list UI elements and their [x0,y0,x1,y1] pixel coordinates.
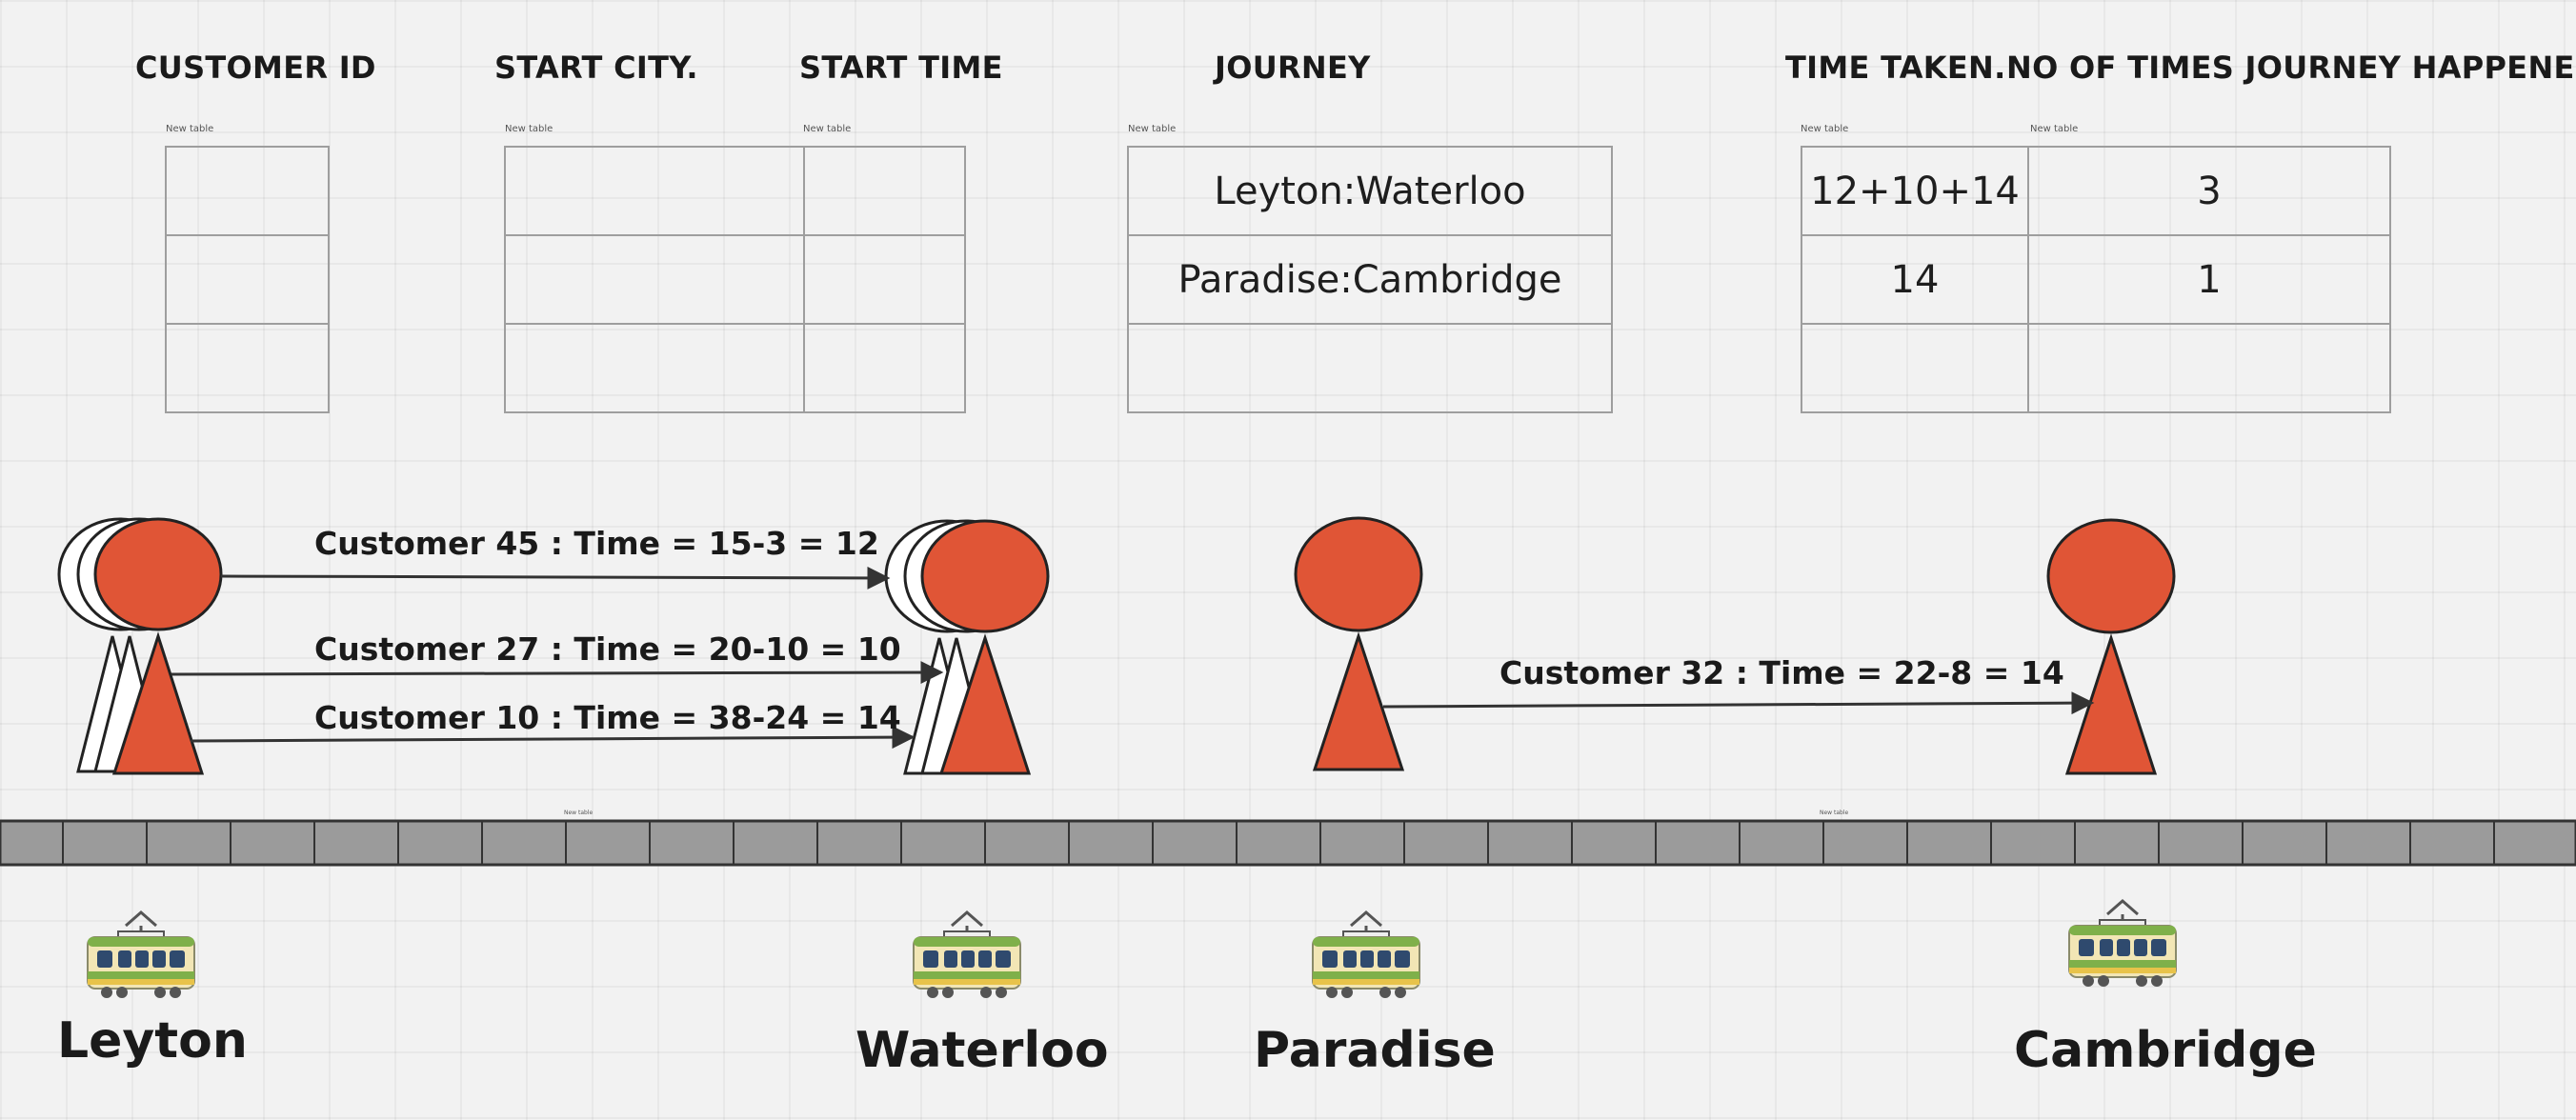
arrow-label: Customer 32 : Time = 22-8 = 14 [1499,654,2064,691]
tram-icon [84,907,198,1010]
city-label-cambridge: Cambridge [2014,1022,2317,1079]
person-icon[interactable] [2046,518,2176,775]
city-label-waterloo: Waterloo [855,1022,1109,1079]
arrow-label: Customer 27 : Time = 20-10 = 10 [314,630,901,668]
city-label-paradise: Paradise [1254,1022,1496,1079]
arrow-label: Customer 10 : Time = 38-24 = 14 [314,699,901,736]
person-icon[interactable] [1294,516,1423,771]
journey-arrow[interactable] [171,661,944,685]
tram-icon [910,907,1024,1010]
journey-arrow[interactable] [190,726,916,750]
journey-diagram: Customer 45 : Time = 15-3 = 12 Customer … [0,516,2576,867]
tram-icon [2065,895,2180,998]
tram-icon [1309,907,1423,1010]
arrow-label: Customer 45 : Time = 15-3 = 12 [314,525,879,562]
journey-arrow[interactable] [1382,691,2095,715]
city-label-leyton: Leyton [57,1012,248,1070]
journey-arrow[interactable] [220,566,891,590]
rail-track [0,819,2576,867]
